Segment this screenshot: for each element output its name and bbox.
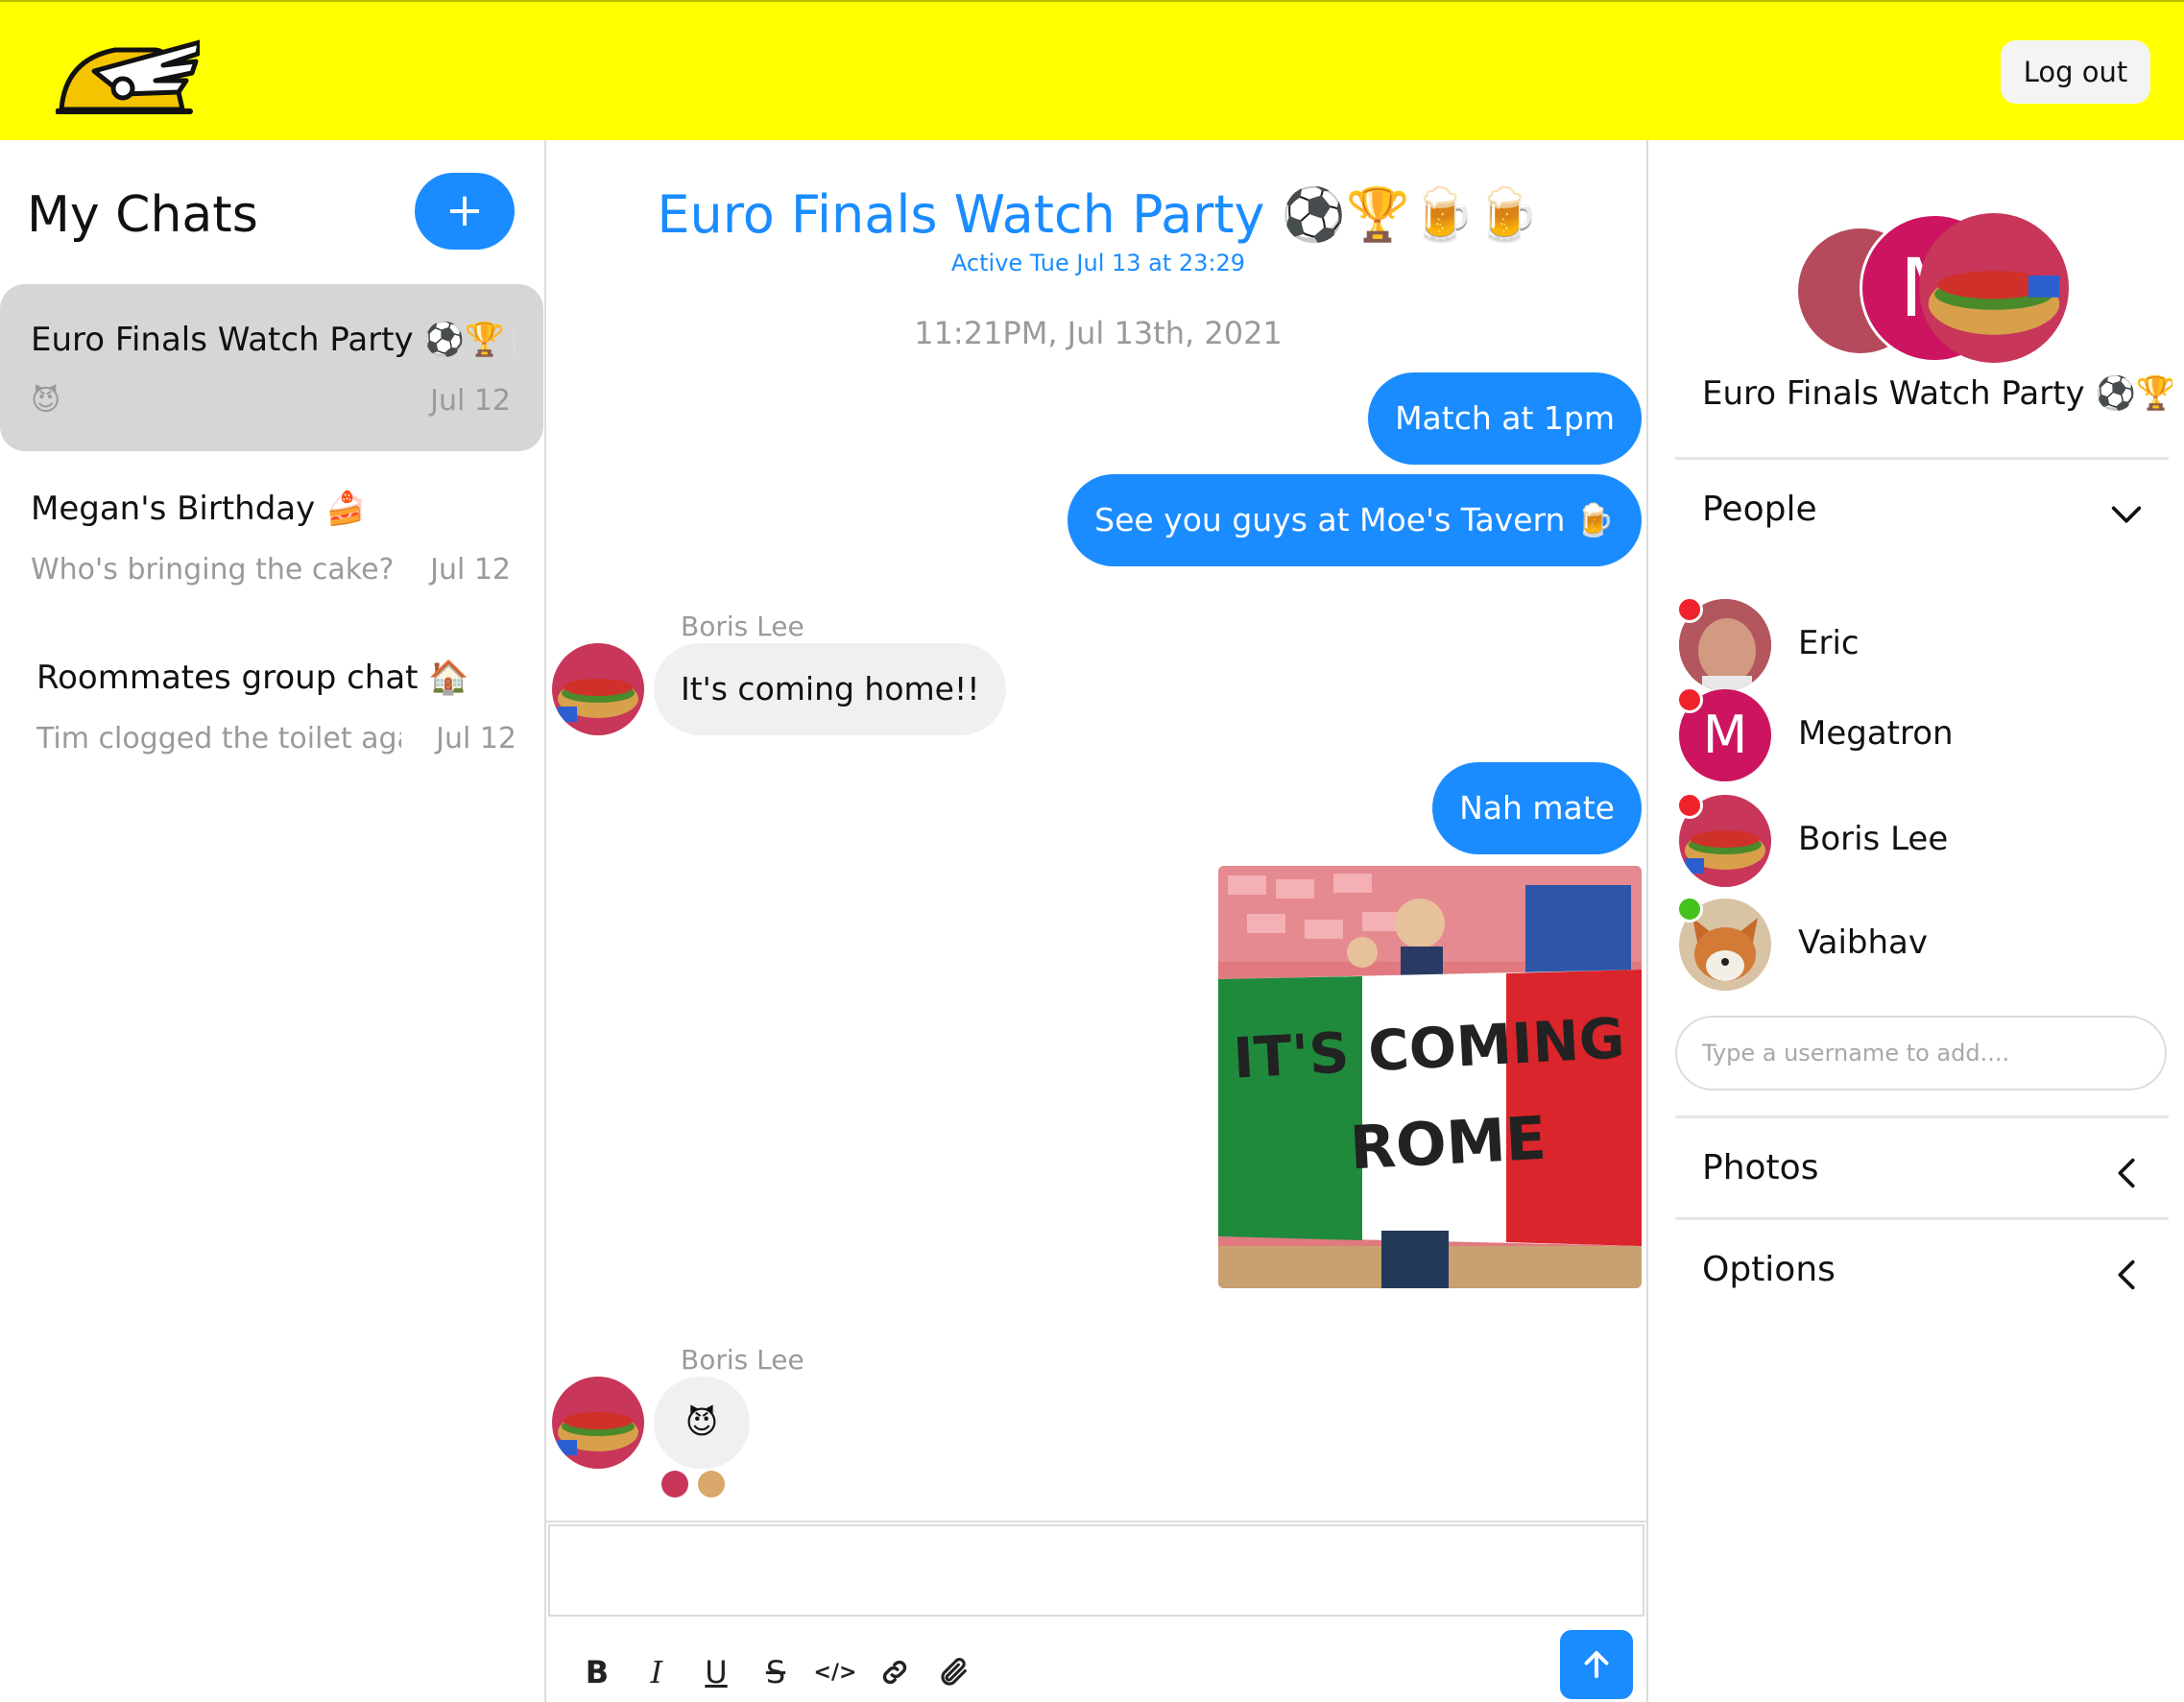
chat-list-item-name: Euro Finals Watch Party ⚽🏆🍺 — [31, 321, 515, 359]
logout-button[interactable]: Log out — [2001, 40, 2150, 104]
divider — [1675, 457, 2169, 460]
chat-list-item-preview: Tim clogged the toilet agair — [36, 722, 401, 755]
avatar — [1919, 213, 2069, 363]
photos-section-title[interactable]: Photos — [1702, 1148, 1818, 1187]
message-bubble-outgoing[interactable]: Nah mate — [1432, 762, 1642, 854]
message-composer: B I U S </> — [546, 1521, 1646, 1702]
send-button[interactable] — [1560, 1630, 1633, 1699]
chat-list-item-preview: 😈 — [31, 384, 61, 418]
divider — [1675, 1217, 2169, 1220]
conversation-active-status: Active Tue Jul 13 at 23:29 — [950, 250, 1246, 276]
message-bubble-outgoing[interactable]: Match at 1pm — [1368, 372, 1642, 465]
chat-details-panel: M Euro Finals Watch Party ⚽🏆 People Eric — [1648, 140, 2184, 1702]
people-section-title[interactable]: People — [1702, 490, 1817, 529]
chat-list-panel: My Chats + Euro Finals Watch Party ⚽🏆🍺 😈… — [0, 140, 544, 1702]
sandwich-avatar-icon — [1919, 213, 2069, 363]
code-icon[interactable]: </> — [813, 1650, 857, 1694]
chevron-left-icon[interactable] — [2107, 1154, 2146, 1192]
person-row[interactable]: Vaibhav — [1676, 896, 2159, 995]
status-offline-icon — [1676, 686, 1703, 713]
chat-list-item[interactable]: Euro Finals Watch Party ⚽🏆🍺 😈 Jul 12 — [0, 284, 543, 451]
strikethrough-icon[interactable]: S — [754, 1650, 798, 1694]
chat-list-item-date: Jul 12 — [436, 722, 516, 755]
chat-list-item-date: Jul 12 — [430, 384, 511, 418]
avatar[interactable] — [552, 643, 644, 735]
status-offline-icon — [1676, 792, 1703, 819]
logo-icon[interactable] — [56, 36, 200, 119]
flag-photo-image: IT'S COMING ROME — [1218, 866, 1642, 1288]
italic-icon[interactable]: I — [635, 1650, 679, 1694]
chat-list-item-date: Jul 12 — [430, 553, 511, 587]
message-bubble-incoming[interactable]: 😈 — [654, 1377, 750, 1469]
message-bubble-outgoing[interactable]: See you guys at Moe's Tavern 🍺 — [1068, 474, 1642, 566]
formatting-toolbar: B I U S </> — [575, 1645, 992, 1699]
chevron-left-icon[interactable] — [2107, 1256, 2146, 1294]
conversation-title: Euro Finals Watch Party ⚽🏆🍺🍺 — [657, 184, 1540, 245]
link-icon[interactable] — [873, 1650, 917, 1694]
conversation-panel: Euro Finals Watch Party ⚽🏆🍺🍺 Active Tue … — [544, 140, 1648, 1702]
chevron-down-icon[interactable] — [2107, 495, 2146, 534]
person-row[interactable]: Eric — [1676, 596, 2159, 695]
status-offline-icon — [1676, 596, 1703, 623]
options-section-title[interactable]: Options — [1702, 1250, 1836, 1289]
read-receipt-avatar — [661, 1471, 688, 1498]
chat-list-item-name: Roommates group chat 🏠 — [36, 659, 469, 697]
message-photo[interactable]: IT'S COMING ROME — [1218, 866, 1642, 1288]
message-bubble-incoming[interactable]: It's coming home!! — [654, 643, 1007, 735]
message-timestamp: 11:21PM, Jul 13th, 2021 — [914, 315, 1283, 351]
chat-list-item-name: Megan's Birthday 🍰 — [31, 490, 367, 528]
message-sender: Boris Lee — [681, 611, 804, 642]
read-receipt-avatar — [698, 1471, 725, 1498]
person-name: Eric — [1798, 624, 1860, 662]
chat-list-item-preview: Who's bringing the cake? — [31, 553, 395, 587]
arrow-up-icon — [1584, 1651, 1609, 1678]
avatar[interactable] — [552, 1377, 644, 1469]
chat-list-item[interactable]: Roommates group chat 🏠 Tim clogged the t… — [6, 622, 549, 789]
message-sender: Boris Lee — [681, 1344, 804, 1376]
group-name: Euro Finals Watch Party ⚽🏆 — [1702, 374, 2172, 413]
person-name: Vaibhav — [1798, 923, 1928, 962]
status-online-icon — [1676, 896, 1703, 923]
chat-list-item[interactable]: Megan's Birthday 🍰 Who's bringing the ca… — [0, 453, 543, 620]
chat-list-title: My Chats — [27, 186, 258, 244]
bold-icon[interactable]: B — [575, 1650, 619, 1694]
person-name: Boris Lee — [1798, 820, 1949, 858]
sandwich-avatar-icon — [552, 643, 644, 735]
add-user-input[interactable] — [1675, 1016, 2167, 1091]
group-avatar-stack: M — [1798, 213, 2069, 363]
divider — [1675, 1115, 2169, 1118]
sandwich-avatar-icon — [552, 1377, 644, 1469]
person-row[interactable]: M Megatron — [1676, 686, 2159, 785]
flag-text-line-2: ROME — [1348, 1103, 1548, 1184]
message-input[interactable] — [548, 1524, 1644, 1617]
new-chat-button[interactable]: + — [415, 173, 515, 250]
underline-icon[interactable]: U — [694, 1650, 738, 1694]
top-bar: Log out — [0, 0, 2184, 140]
person-name: Megatron — [1798, 714, 1954, 753]
person-row[interactable]: Boris Lee — [1676, 792, 2159, 891]
attach-icon[interactable] — [932, 1650, 976, 1694]
